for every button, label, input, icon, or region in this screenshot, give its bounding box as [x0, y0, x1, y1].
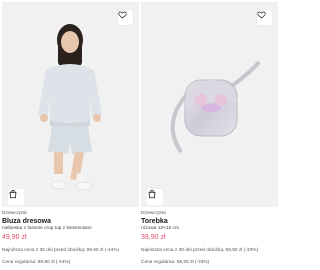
shopping-bag-icon	[148, 189, 156, 199]
product-image-sweatshirt[interactable]	[2, 2, 139, 207]
product-category: Dziewczynki	[2, 210, 27, 215]
product-name[interactable]: Bluza dresowa	[2, 217, 139, 226]
heart-icon	[118, 11, 127, 19]
product-name[interactable]: Torebka	[141, 217, 278, 226]
product-card-bag[interactable]: Dziewczynki Torebka różowa 13×15 cm 39,9…	[141, 2, 278, 268]
product-image-bag[interactable]	[141, 2, 278, 207]
lowest-price-note: Najniższa cena z 30 dni przed obniżką: 8…	[2, 248, 120, 253]
heart-icon	[257, 11, 266, 19]
product-category: Dziewczynki	[141, 210, 166, 215]
shopping-bag-icon	[9, 189, 17, 199]
product-description: niebieska z fasonie crop top z kieszenia…	[2, 226, 92, 231]
holographic-bag-illustration	[170, 60, 261, 154]
favorite-button[interactable]	[118, 10, 133, 25]
product-description: różowa 13×15 cm	[141, 226, 179, 231]
girl-model-illustration	[38, 24, 102, 191]
regular-price-note: Cena regularna: 59,90 zł (-33%)	[141, 260, 210, 265]
regular-price-note: Cena regularna: 89,90 zł (-44%)	[2, 260, 71, 265]
product-price: 39,90 zł	[141, 234, 166, 241]
favorite-button[interactable]	[257, 10, 272, 25]
add-to-cart-button[interactable]	[147, 189, 163, 205]
product-price: 49,90 zł	[2, 234, 27, 241]
add-to-cart-button[interactable]	[8, 189, 24, 205]
lowest-price-note: Najniższa cena z 30 dni przed obniżką: 5…	[141, 248, 259, 253]
product-card-sweatshirt[interactable]: Dziewczynki Bluza dresowa niebieska z fa…	[2, 2, 139, 268]
